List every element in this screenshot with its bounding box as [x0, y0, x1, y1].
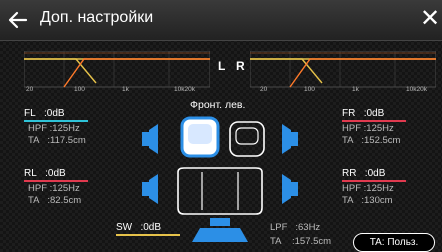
channel-gain: :0dB: [45, 168, 66, 179]
channel-name: FL: [24, 108, 36, 119]
fr-hpf: HPF :125Hz: [342, 123, 394, 134]
channel-gain: :0dB: [364, 168, 386, 179]
tick-label: 1k: [122, 86, 129, 93]
subwoofer-icon[interactable]: [192, 218, 248, 242]
front-right-seat-icon: [229, 121, 265, 157]
fr-ta: TA :152.5cm: [342, 135, 401, 146]
rl-hpf: HPF :125Hz: [28, 183, 80, 194]
channel-fr[interactable]: FR :0dB: [342, 108, 422, 119]
tick-label: 20: [26, 86, 34, 93]
rl-underline: [24, 180, 88, 182]
speaker-fl-icon[interactable]: [142, 124, 158, 154]
speaker-rr-icon[interactable]: [282, 174, 298, 204]
back-arrow-icon: [8, 11, 28, 29]
front-left-seat-icon[interactable]: [180, 116, 220, 158]
ta-user-button[interactable]: TA: Польз.: [353, 233, 435, 252]
rr-ta: TA :130cm: [342, 195, 393, 206]
left-channel-label: L: [218, 59, 226, 73]
close-button[interactable]: ✕: [420, 6, 442, 34]
tick-label: 100: [74, 86, 85, 93]
channel-name: FR: [342, 108, 356, 119]
speaker-rl-icon[interactable]: [142, 174, 158, 204]
tick-label: 20: [260, 86, 268, 93]
channel-name: RL: [24, 168, 37, 179]
channel-fl[interactable]: FL :0dB: [24, 108, 104, 119]
rr-underline: [342, 180, 406, 182]
tick-label: 10k20k: [174, 86, 195, 93]
fr-underline: [342, 120, 406, 122]
rear-seat-icon: [177, 167, 263, 215]
tick-label: 100: [304, 86, 315, 93]
fl-hpf: HPF :125Hz: [28, 123, 80, 134]
rr-hpf: HPF :125Hz: [342, 183, 394, 194]
rl-ta: TA :82.5cm: [28, 195, 82, 206]
channel-gain: :0dB: [363, 108, 385, 119]
back-button[interactable]: [4, 6, 32, 34]
fl-ta: TA :117.5cm: [28, 135, 86, 146]
car-speaker-diagram: [142, 116, 298, 242]
close-icon: ✕: [420, 5, 441, 32]
channel-gain: :0dB: [44, 108, 65, 119]
speaker-fr-icon[interactable]: [282, 124, 298, 154]
page-title: Доп. настройки: [40, 9, 154, 26]
fl-underline: [24, 120, 88, 122]
channel-name: RR: [342, 168, 357, 179]
channel-rr[interactable]: RR :0dB: [342, 168, 422, 179]
right-channel-label: R: [236, 59, 245, 73]
channel-rl[interactable]: RL :0dB: [24, 168, 104, 179]
tick-label: 1k: [352, 86, 359, 93]
tick-label: 10k20k: [406, 86, 427, 93]
